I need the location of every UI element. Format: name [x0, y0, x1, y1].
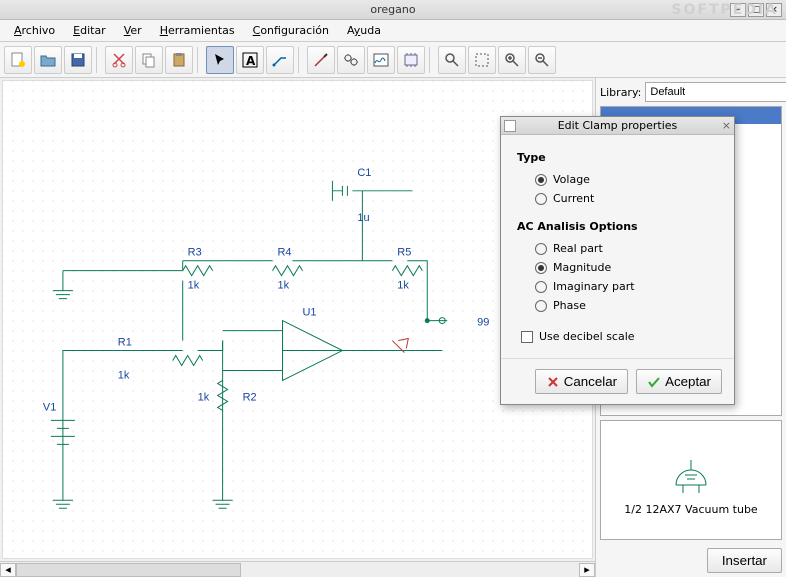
probe-tool[interactable] — [307, 46, 335, 74]
menu-herramientas[interactable]: Herramientas — [152, 22, 243, 39]
radio-real[interactable]: Real part — [535, 239, 718, 258]
copy-button[interactable] — [135, 46, 163, 74]
parts-button[interactable] — [397, 46, 425, 74]
window-title: oregano — [370, 3, 415, 16]
svg-text:1k: 1k — [397, 280, 409, 292]
svg-text:R5: R5 — [397, 247, 411, 259]
menu-configuracion[interactable]: Configuración — [245, 22, 337, 39]
svg-text:1k: 1k — [118, 369, 130, 381]
svg-text:1u: 1u — [357, 212, 369, 224]
zoom-in-button[interactable] — [498, 46, 526, 74]
svg-text:1k: 1k — [278, 280, 290, 292]
cut-button[interactable] — [105, 46, 133, 74]
find-button[interactable] — [438, 46, 466, 74]
radio-voltage[interactable]: Volage — [535, 170, 718, 189]
svg-text:V1: V1 — [43, 401, 56, 413]
library-label: Library: — [600, 86, 641, 99]
save-button[interactable] — [64, 46, 92, 74]
paste-button[interactable] — [165, 46, 193, 74]
pointer-tool[interactable] — [206, 46, 234, 74]
library-select[interactable] — [645, 82, 786, 102]
radio-phase[interactable]: Phase — [535, 296, 718, 315]
scroll-right-icon[interactable]: ▸ — [579, 563, 595, 577]
text-tool[interactable]: A — [236, 46, 264, 74]
svg-text:1k: 1k — [198, 391, 210, 403]
new-button[interactable] — [4, 46, 32, 74]
menu-ayuda[interactable]: Ayuda — [339, 22, 389, 39]
menu-ver[interactable]: Ver — [116, 22, 150, 39]
vacuum-tube-icon — [661, 445, 721, 495]
menu-editar[interactable]: Editar — [65, 22, 114, 39]
insert-button[interactable]: Insertar — [707, 548, 782, 573]
checkbox-decibel[interactable]: Use decibel scale — [521, 327, 718, 346]
maximize-button[interactable]: □ — [748, 3, 764, 17]
svg-text:R4: R4 — [278, 247, 292, 259]
radio-current[interactable]: Current — [535, 189, 718, 208]
svg-text:R2: R2 — [243, 391, 257, 403]
simulate-button[interactable] — [337, 46, 365, 74]
svg-text:R3: R3 — [188, 247, 202, 259]
svg-text:C1: C1 — [357, 167, 371, 179]
zoom-out-button[interactable] — [528, 46, 556, 74]
menu-bar: Archivo Editar Ver Herramientas Configur… — [0, 20, 786, 42]
svg-text:U1: U1 — [302, 307, 316, 319]
svg-text:1k: 1k — [188, 280, 200, 292]
plot-button[interactable] — [367, 46, 395, 74]
wire-tool[interactable] — [266, 46, 294, 74]
part-name: 1/2 12AX7 Vacuum tube — [624, 503, 757, 516]
radio-icon — [535, 174, 547, 186]
cancel-icon — [546, 375, 560, 389]
radio-magnitude[interactable]: Magnitude — [535, 258, 718, 277]
type-heading: Type — [517, 151, 718, 164]
dialog-titlebar[interactable]: Edit Clamp properties × — [501, 117, 734, 135]
svg-text:R1: R1 — [118, 337, 132, 349]
horizontal-scrollbar[interactable]: ◂ ▸ — [0, 561, 595, 577]
dialog-title: Edit Clamp properties — [558, 119, 678, 132]
ac-heading: AC Analisis Options — [517, 220, 718, 233]
minimize-button[interactable]: – — [730, 3, 746, 17]
menu-archivo[interactable]: Archivo — [6, 22, 63, 39]
checkbox-icon — [521, 331, 533, 343]
cancel-button[interactable]: Cancelar — [535, 369, 628, 394]
title-bar: oregano – □ × SOFTPEDIA — [0, 0, 786, 20]
zoom-extents-button[interactable] — [468, 46, 496, 74]
part-preview: 1/2 12AX7 Vacuum tube — [600, 420, 782, 540]
dialog-icon — [504, 120, 516, 132]
svg-text:A: A — [246, 54, 256, 68]
close-button[interactable]: × — [766, 3, 782, 17]
clamp-properties-dialog: Edit Clamp properties × Type Volage Curr… — [500, 116, 735, 405]
accept-button[interactable]: Aceptar — [636, 369, 722, 394]
dialog-close-icon[interactable]: × — [722, 119, 731, 132]
accept-icon — [647, 375, 661, 389]
radio-imaginary[interactable]: Imaginary part — [535, 277, 718, 296]
scroll-left-icon[interactable]: ◂ — [0, 563, 16, 577]
toolbar: A — [0, 42, 786, 78]
open-button[interactable] — [34, 46, 62, 74]
svg-text:99: 99 — [477, 317, 489, 329]
radio-icon — [535, 193, 547, 205]
